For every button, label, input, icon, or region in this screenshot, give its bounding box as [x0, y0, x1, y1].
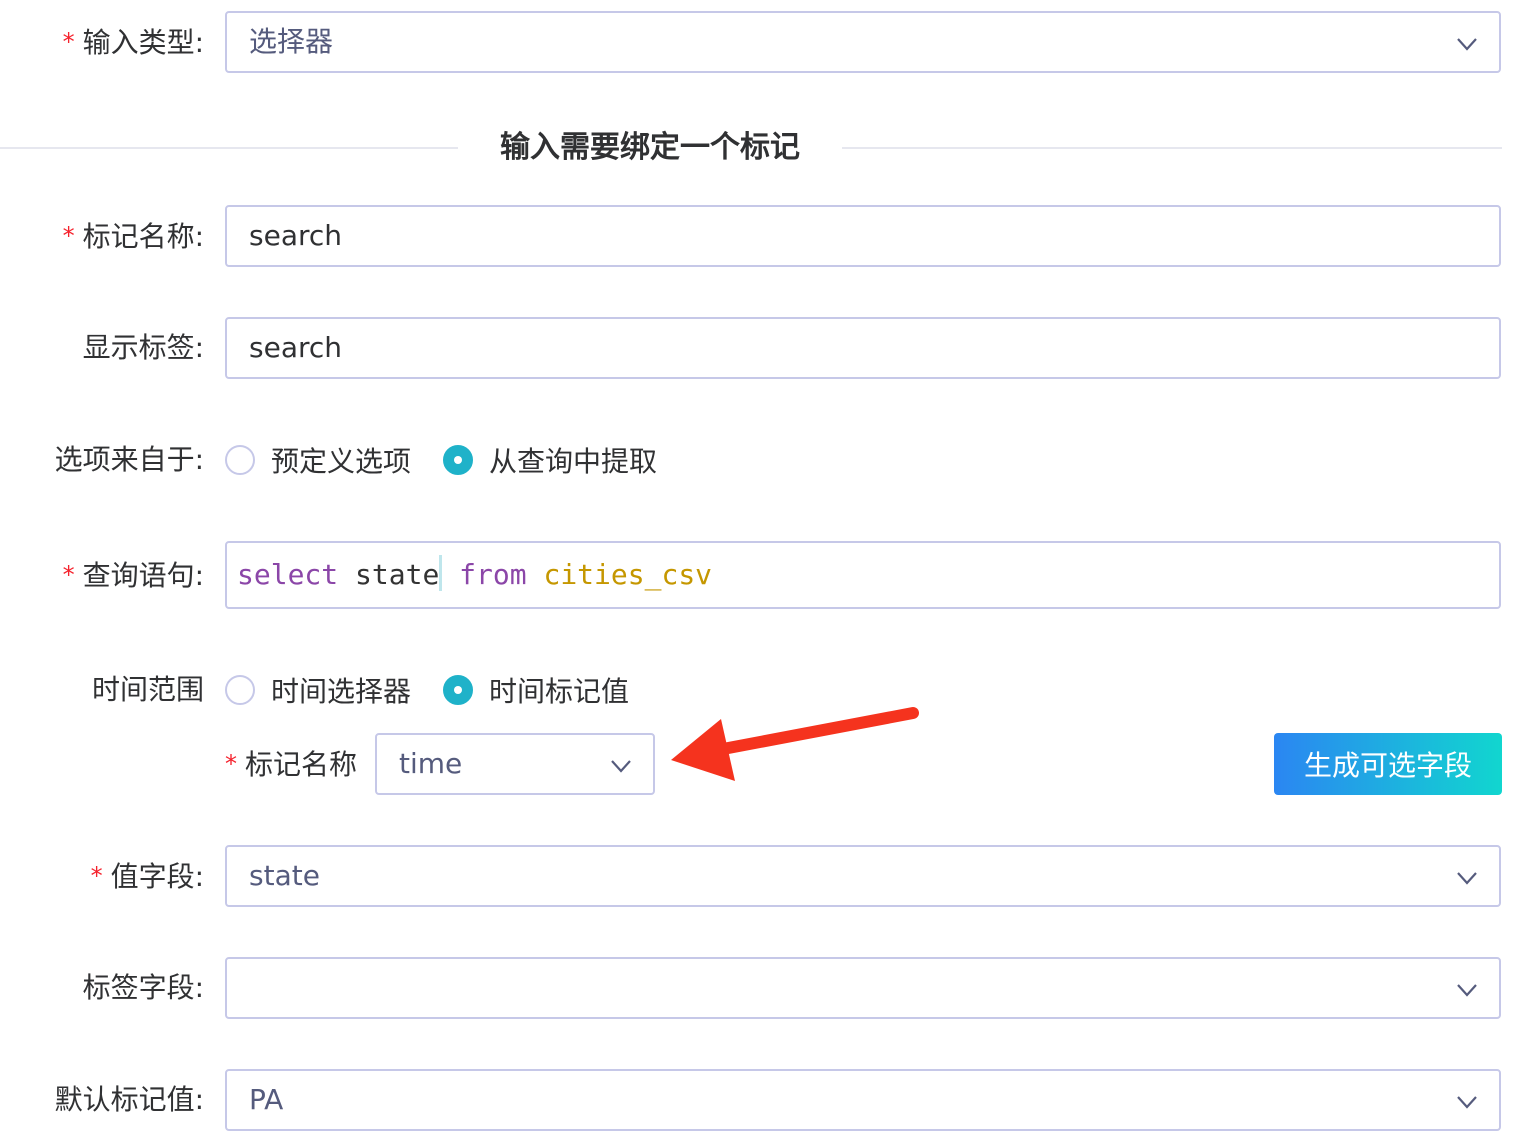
required-mark: * [62, 222, 75, 250]
radio-circle-checked[interactable] [443, 675, 474, 705]
code-table-name: cities_csv [543, 558, 713, 591]
mark-name-input[interactable]: search [225, 205, 1501, 267]
required-mark: * [62, 561, 75, 589]
chevron-down-icon [1457, 38, 1477, 51]
radio-circle-unchecked[interactable] [225, 675, 255, 705]
time-mark-name-label: * 标记名称 [225, 748, 358, 781]
radio-circle-unchecked[interactable] [225, 445, 255, 475]
text-cursor [439, 555, 443, 591]
input-type-select[interactable]: 选择器 [225, 11, 1501, 73]
display-label-label: 显示标签: [82, 331, 204, 364]
required-mark: * [90, 862, 103, 890]
mark-name-label: * 标记名称: [62, 220, 204, 253]
red-arrow-annotation-icon [671, 707, 919, 781]
input-type-value: 选择器 [249, 25, 334, 58]
generate-fields-button[interactable]: 生成可选字段 [1274, 733, 1502, 795]
radio-circle-checked[interactable] [443, 445, 474, 475]
label-field-label: 标签字段: [82, 971, 204, 1004]
options-from-radio-group: 预定义选项 从查询中提取 [225, 429, 689, 491]
code-column: state [355, 558, 440, 591]
required-mark: * [225, 750, 237, 778]
radio-time-mark-value[interactable]: 时间标记值 [443, 670, 629, 710]
radio-time-picker[interactable]: 时间选择器 [225, 670, 411, 710]
default-value-label: 默认标记值: [54, 1083, 204, 1116]
time-mark-name-select[interactable]: time [375, 733, 655, 795]
value-field-select[interactable]: state [225, 845, 1501, 907]
code-keyword-select: select [237, 558, 339, 591]
query-code-editor[interactable]: select state from cities_csv [225, 541, 1501, 609]
divider-line-left [0, 147, 458, 149]
value-field-label: * 值字段: [90, 860, 204, 893]
display-label-input[interactable]: search [225, 317, 1501, 379]
default-value-select[interactable]: PA [225, 1069, 1501, 1131]
divider-line-right [842, 147, 1502, 149]
query-label: * 查询语句: [62, 559, 204, 592]
chevron-down-icon [611, 760, 631, 773]
section-divider-title: 输入需要绑定一个标记 [500, 130, 800, 165]
chevron-down-icon [1457, 1096, 1477, 1109]
chevron-down-icon [1457, 984, 1477, 997]
time-range-radio-group: 时间选择器 时间标记值 [225, 659, 661, 721]
options-from-label: 选项来自于: [54, 443, 204, 476]
time-range-label: 时间范围 [91, 673, 204, 706]
label-field-select[interactable] [225, 957, 1501, 1019]
input-type-label: * 输入类型: [62, 26, 204, 59]
code-keyword-from: from [459, 558, 527, 591]
chevron-down-icon [1457, 872, 1477, 885]
radio-from-query[interactable]: 从查询中提取 [443, 440, 657, 480]
radio-predefined-options[interactable]: 预定义选项 [225, 440, 411, 480]
required-mark: * [62, 28, 75, 56]
